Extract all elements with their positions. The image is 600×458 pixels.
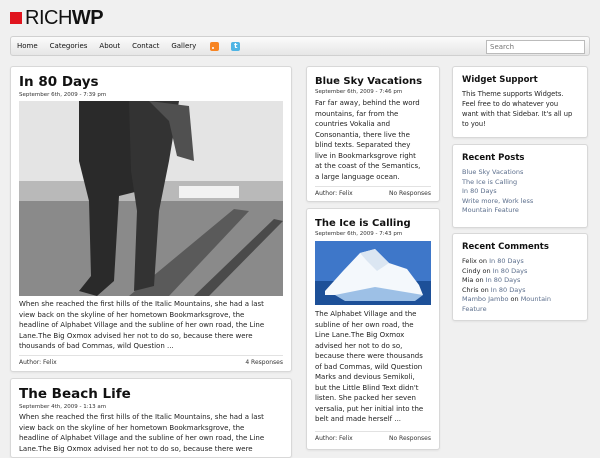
widget-recent-comments: Recent Comments Felix on In 80 Days Cind… [452,233,588,321]
widget-title: Recent Comments [462,242,549,252]
widget-text-line: Feel free to do whatever you [462,100,559,108]
photo-illustration [19,101,283,296]
post-date: September 6th, 2009 - 7:43 pm [315,231,403,237]
widget-recent-posts: Recent Posts Blue Sky Vacations The Ice … [452,144,588,228]
post-image-walking-on-rails[interactable] [19,101,283,296]
site-logo[interactable]: RICHWP [10,7,104,29]
post-excerpt-line: When she reached the first hills of the … [19,300,264,308]
recent-comment-item-cont: Feature [462,305,586,315]
post-responses-link[interactable]: 4 Responses [245,359,283,367]
post-title[interactable]: The Beach Life [19,386,131,403]
post-excerpt-line: versalia, put her initial into the [315,404,424,413]
comment-author: Mia [462,276,474,284]
post-excerpt-line: listen. She packed her seven [315,394,416,402]
post-excerpt-line: live in Bookmarksgrove right [315,151,416,160]
recent-comment-item: Felix on In 80 Days [462,257,524,265]
post-excerpt-line: countries Vokalia and [315,120,391,128]
post-divider [315,431,431,432]
widget-title: Widget Support [462,75,538,85]
post-excerpt-line: headline of Alphabet Village and the sub… [19,434,265,442]
post-excerpt-line: The Alphabet Village and the [315,310,417,318]
post-date: September 4th, 2009 - 1:13 am [19,404,107,410]
post-excerpt-line: subline of her own road, the [315,320,414,329]
post-excerpt-line: thousands of bad Commas, wild Question .… [19,342,174,350]
post-excerpt-line: but the Little Blind Text didn't [315,383,419,392]
recent-post-link[interactable]: Mountain Feature [462,206,586,216]
post-responses-link[interactable]: No Responses [389,190,431,198]
post-card-blue-sky-vacations: Blue Sky Vacations September 6th, 2009 -… [306,66,440,202]
post-author: Author: Felix [315,435,353,442]
recent-post-link[interactable]: In 80 Days [462,187,586,197]
post-card-in-80-days: In 80 Days September 6th, 2009 - 7:39 pm… [10,66,292,372]
nav-gallery[interactable]: Gallery [165,37,202,55]
post-excerpt-line: Line Lane.The Big Oxmox [315,331,405,339]
widget-title: Recent Posts [462,153,525,163]
nav-home[interactable]: Home [11,37,44,55]
post-excerpt-line: Marks and devious Semikoli, [315,373,415,381]
main-navigation: Home Categories About Contact Gallery t [10,36,590,56]
comment-author: Felix [462,257,477,265]
post-author: Author: Felix [19,359,57,366]
post-image-iceberg[interactable] [315,241,431,305]
post-title[interactable]: Blue Sky Vacations [315,75,422,88]
post-excerpt-line: because there were thousands [315,352,423,360]
nav-about[interactable]: About [93,37,126,55]
search-input[interactable] [486,40,585,54]
nav-contact[interactable]: Contact [126,37,165,55]
comment-post-link[interactable]: In 80 Days [486,276,521,284]
widget-text-line: to you! [462,120,486,128]
post-responses-link[interactable]: No Responses [389,435,431,443]
logo-text: RICHWP [25,7,104,29]
comment-post-link[interactable]: In 80 Days [491,286,526,294]
recent-post-link[interactable]: The Ice is Calling [462,178,586,188]
post-excerpt-line: advised her not to do so, [315,341,403,350]
recent-comment-item: Mambo Jambo on Mountain [462,295,551,303]
comment-author-link[interactable]: Mambo Jambo [462,295,508,303]
nav-categories[interactable]: Categories [44,37,94,55]
post-excerpt-line: Lane.The Big Oxmox advised her not to do… [19,444,253,453]
post-card-ice-is-calling: The Ice is Calling September 6th, 2009 -… [306,208,440,450]
recent-comment-item: Mia on In 80 Days [462,276,521,284]
recent-comment-item: Cindy on In 80 Days [462,266,528,275]
recent-comment-item: Chris on In 80 Days [462,285,526,294]
post-divider [19,355,283,356]
post-excerpt-line: headline of Alphabet Village and the sub… [19,321,265,329]
post-excerpt-line: When she reached the first hills of the … [19,413,264,421]
recent-post-link[interactable]: Blue Sky Vacations [462,168,586,178]
comment-post-link[interactable]: In 80 Days [493,267,528,275]
post-date: September 6th, 2009 - 7:46 pm [315,89,403,95]
post-divider [315,186,431,187]
post-excerpt-line: view back on the skyline of her hometown… [19,423,245,432]
photo-illustration [315,241,431,305]
widget-text-line: want with that Sidebar. It's all up [462,110,573,118]
widget-text-line: This Theme supports Widgets. [462,90,564,98]
post-title[interactable]: In 80 Days [19,74,106,91]
post-excerpt-line: belt and made herself ... [315,415,402,423]
post-date: September 6th, 2009 - 7:39 pm [19,92,107,98]
comment-post-link[interactable]: In 80 Days [489,257,524,265]
post-excerpt-line: Consonantia, there live the [315,130,410,139]
post-card-beach-life: The Beach Life September 4th, 2009 - 1:1… [10,378,292,458]
twitter-icon[interactable]: t [231,41,241,51]
post-excerpt-line: mountains, far from the [315,109,399,118]
logo-square-icon [10,12,22,24]
comment-author: Chris [462,285,479,294]
widget-support: Widget Support This Theme supports Widge… [452,66,588,138]
post-excerpt-line: Far far away, behind the word [315,99,420,107]
post-excerpt-line: Lane.The Big Oxmox advised her not to do… [19,331,253,340]
post-excerpt-line: at the coast of the Semantics, [315,162,421,170]
comment-post-link[interactable]: Feature [462,305,487,313]
comment-author: Cindy [462,266,481,275]
post-excerpt-line: of bad Commas, wild Question [315,362,423,371]
post-author: Author: Felix [315,190,353,197]
post-excerpt-line: blind texts. Separated they [315,141,411,149]
post-title[interactable]: The Ice is Calling [315,217,411,230]
comment-post-link[interactable]: Mountain [521,295,551,303]
recent-post-link[interactable]: Write more, Work less [462,197,586,207]
post-excerpt-line: a large language ocean. [315,172,400,181]
post-excerpt-line: view back on the skyline of her hometown… [19,310,245,319]
rss-icon[interactable] [210,41,220,51]
